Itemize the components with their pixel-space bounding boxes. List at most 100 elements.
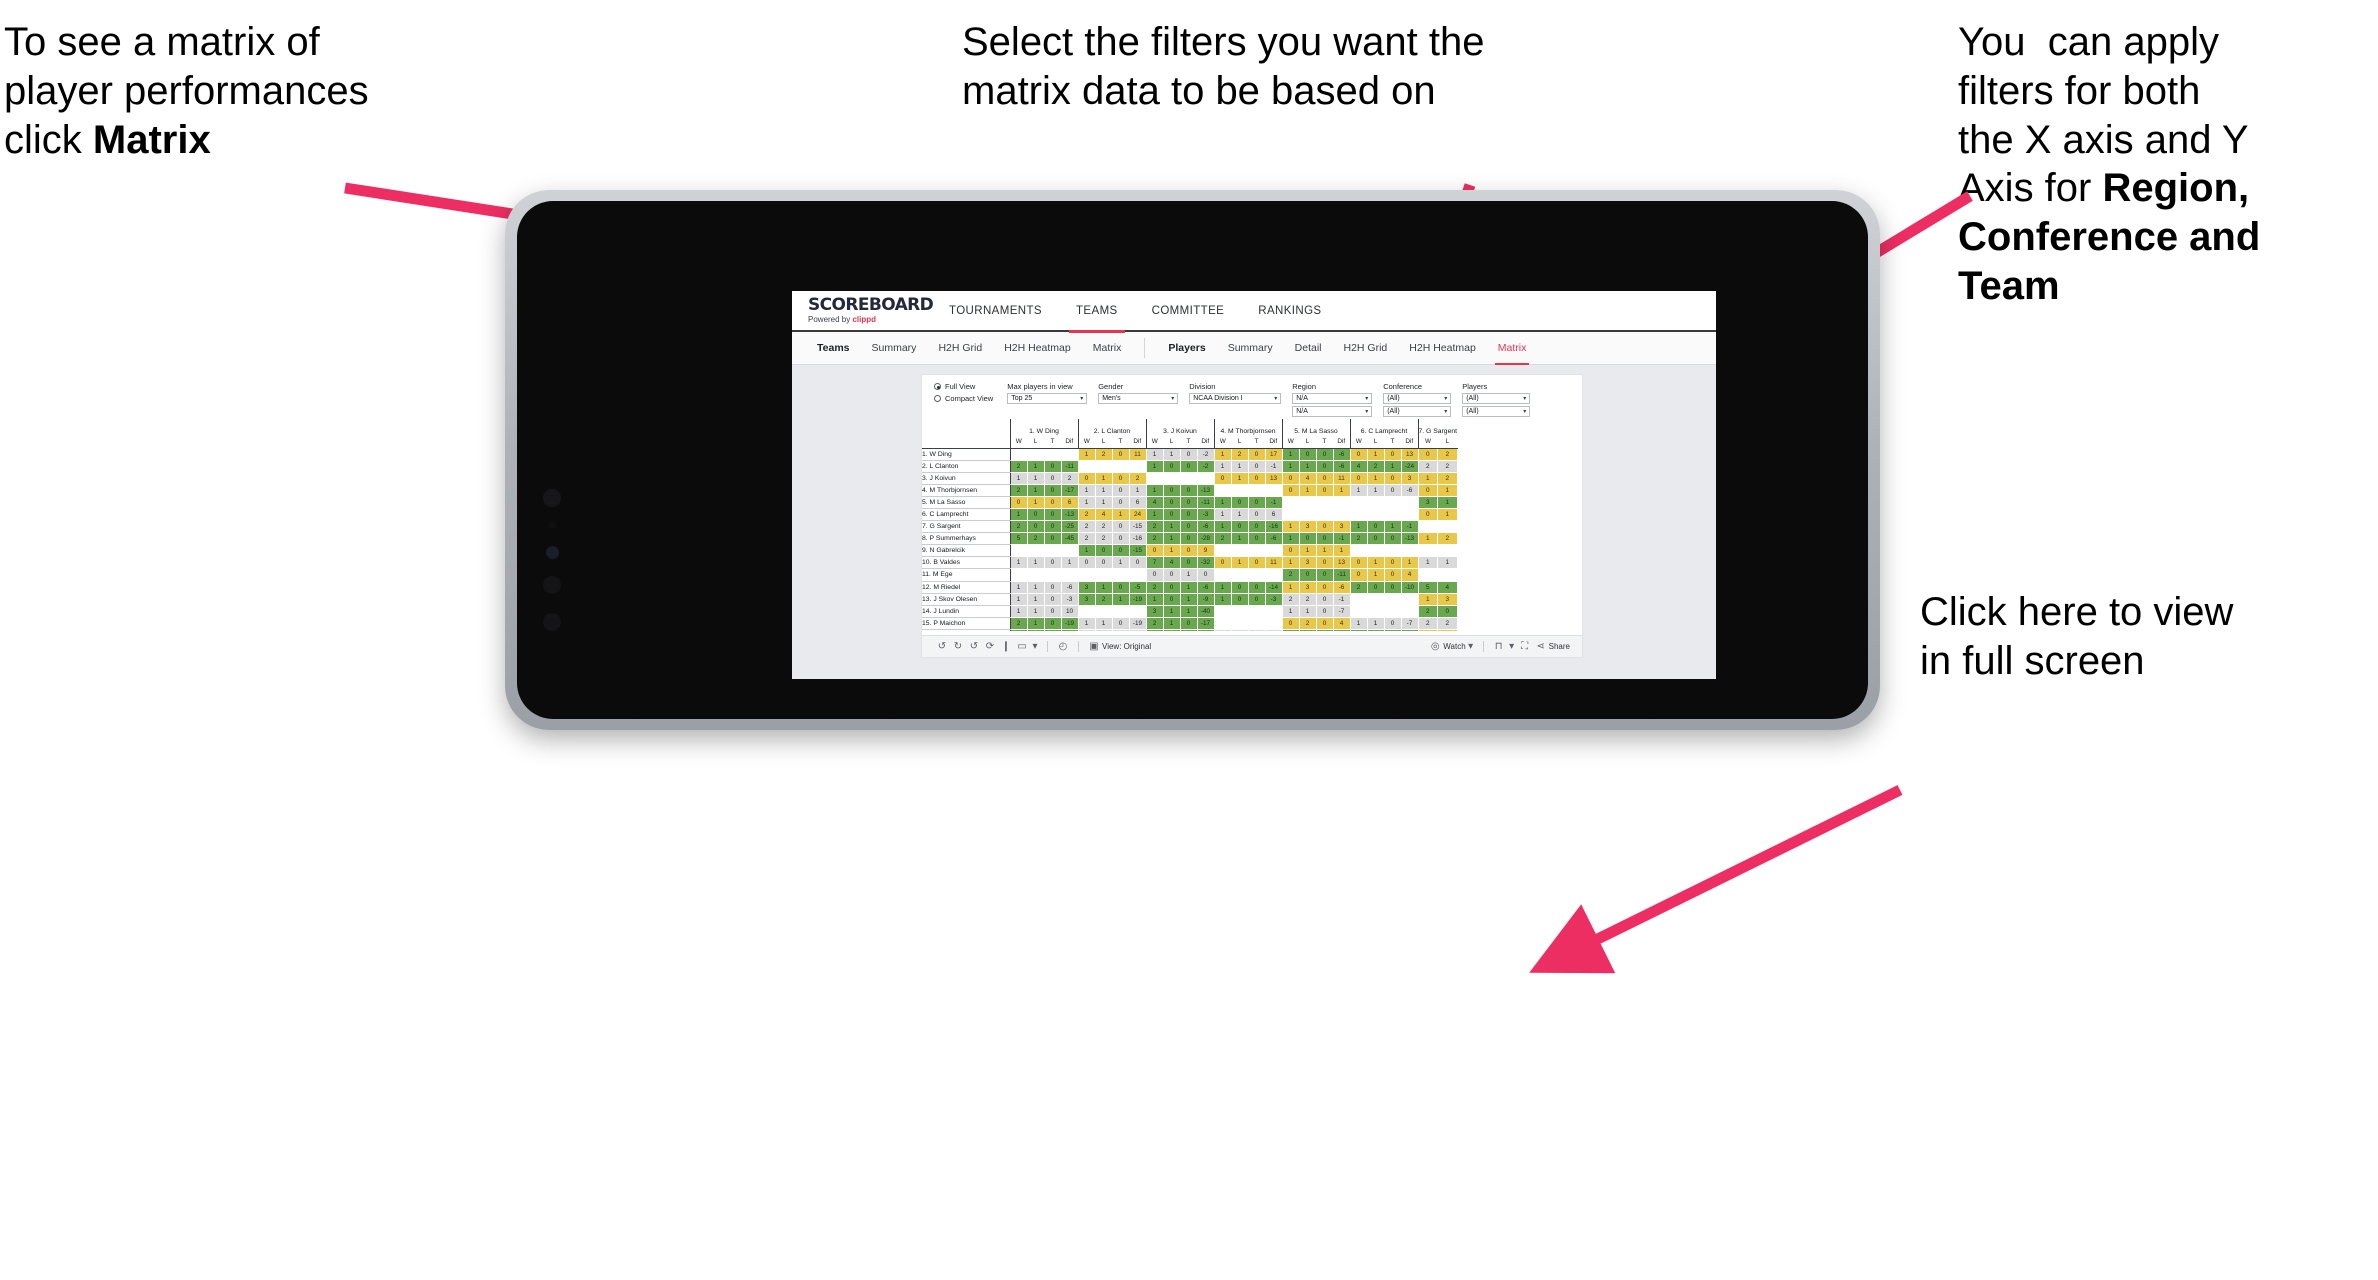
matrix-cell[interactable] <box>1129 460 1147 473</box>
matrix-cell[interactable] <box>1417 568 1439 582</box>
matrix-cell[interactable]: 0 <box>1384 617 1402 630</box>
matrix-cell[interactable]: 3 <box>1299 581 1317 594</box>
matrix-cell[interactable]: -4 <box>1197 629 1215 631</box>
matrix-cell[interactable]: 1 <box>1027 605 1045 618</box>
matrix-cell[interactable]: 2 <box>1009 617 1028 630</box>
matrix-cell[interactable]: 1 <box>1095 472 1113 485</box>
matrix-cell[interactable]: 0 <box>1044 556 1062 570</box>
matrix-cell[interactable]: 0 <box>1248 496 1266 509</box>
matrix-cell[interactable]: 0 <box>1180 532 1198 546</box>
matrix-cell[interactable]: 2 <box>1077 629 1096 631</box>
matrix-cell[interactable]: 1 <box>1281 448 1300 461</box>
matrix-cell[interactable]: 1 <box>1145 460 1164 473</box>
matrix-cell[interactable]: -6 <box>1333 448 1351 461</box>
matrix-cell[interactable]: 1 <box>1213 581 1232 594</box>
matrix-cell[interactable]: 0 <box>1299 629 1317 631</box>
matrix-cell[interactable]: 0 <box>1180 629 1198 631</box>
matrix-cell[interactable] <box>1061 544 1079 558</box>
matrix-cell[interactable]: 1 <box>1384 520 1402 534</box>
matrix-cell[interactable]: 1 <box>1027 629 1045 631</box>
matrix-cell[interactable]: -6 <box>1333 460 1351 473</box>
matrix-cell[interactable]: 1 <box>1009 581 1028 594</box>
matrix-cell[interactable]: -19 <box>1129 617 1147 630</box>
matrix-cell[interactable]: 3 <box>1213 629 1232 631</box>
matrix-cell[interactable]: 11 <box>1265 556 1283 570</box>
matrix-cell[interactable] <box>1231 617 1249 630</box>
matrix-cell[interactable]: 1 <box>1009 508 1028 522</box>
matrix-scroll-area[interactable]: 1. W Ding 2. L Clanton 3. J Koivun 4. M Tho… <box>922 419 1582 631</box>
matrix-cell[interactable]: 1 <box>1095 496 1113 509</box>
matrix-cell[interactable]: -15 <box>1129 520 1147 534</box>
matrix-cell[interactable]: 3 <box>1009 629 1028 631</box>
matrix-cell[interactable]: 0 <box>1180 617 1198 630</box>
matrix-cell[interactable] <box>1316 508 1334 522</box>
matrix-cell[interactable]: 1 <box>1231 460 1249 473</box>
radio-full-view[interactable]: Full View <box>934 382 993 391</box>
matrix-cell[interactable]: 0 <box>1044 617 1062 630</box>
matrix-cell[interactable]: 0 <box>1248 472 1266 485</box>
matrix-cell[interactable]: -13 <box>1197 484 1215 497</box>
matrix-cell[interactable]: -17 <box>1197 617 1215 630</box>
matrix-cell[interactable]: -6 <box>1197 520 1215 534</box>
share-label[interactable]: Share <box>1549 642 1570 651</box>
matrix-row[interactable]: 5. M La Sasso 0 1 0 6 1 1 0 6 4 0 0 -11 1 0 0 -1 3 1 <box>922 496 1458 509</box>
matrix-row[interactable]: 15. P Maichon 2 1 0 -19 1 1 0 -19 2 1 0 -17 0 2 0 4 1 1 0 -7… <box>922 617 1458 630</box>
matrix-cell[interactable]: 1 <box>1231 532 1249 546</box>
matrix-cell[interactable]: 1 <box>1077 484 1096 497</box>
matrix-cell[interactable] <box>1299 508 1317 522</box>
matrix-cell[interactable]: 1 <box>1077 617 1096 630</box>
matrix-cell[interactable]: -40 <box>1197 605 1215 618</box>
matrix-cell[interactable]: -2 <box>1197 460 1215 473</box>
matrix-cell[interactable]: 0 <box>1044 605 1062 618</box>
matrix-cell[interactable]: -3 <box>1061 593 1079 606</box>
subtab-players-detail[interactable]: Detail <box>1284 332 1333 365</box>
matrix-cell[interactable] <box>1061 568 1079 582</box>
matrix-cell[interactable] <box>1248 617 1266 630</box>
subtab-players-summary[interactable]: Summary <box>1217 332 1284 365</box>
matrix-cell[interactable]: 1 <box>1163 605 1181 618</box>
matrix-cell[interactable]: 0 <box>1180 520 1198 534</box>
matrix-cell[interactable]: 0 <box>1248 581 1266 594</box>
subtab-players[interactable]: Players <box>1157 332 1216 365</box>
matrix-cell[interactable]: 0 <box>1367 520 1385 534</box>
matrix-cell[interactable]: 0 <box>1112 448 1130 461</box>
matrix-cell[interactable]: 1 <box>1009 472 1028 485</box>
matrix-row[interactable]: 8. P Summerhays 5 2 0 -45 2 2 0 -16 2 1 0 -28 2 1 0 -6 1 0… <box>922 532 1458 546</box>
matrix-cell[interactable]: 1 <box>1401 556 1419 570</box>
matrix-cell[interactable]: 1 <box>1180 605 1198 618</box>
matrix-cell[interactable]: 1 <box>1299 460 1317 473</box>
matrix-cell[interactable]: 2 <box>1095 448 1113 461</box>
matrix-cell[interactable] <box>1299 496 1317 509</box>
matrix-cell[interactable]: 9 <box>1197 544 1215 558</box>
matrix-cell[interactable]: 5 <box>1009 532 1028 546</box>
matrix-cell[interactable]: 2 <box>1145 520 1164 534</box>
fullscreen-icon[interactable]: ⛶ <box>1517 636 1533 658</box>
matrix-cell[interactable]: 0 <box>1044 593 1062 606</box>
matrix-cell[interactable] <box>1384 508 1402 522</box>
matrix-cell[interactable] <box>1437 520 1458 534</box>
matrix-cell[interactable]: 0 <box>1044 532 1062 546</box>
matrix-cell[interactable]: 3 <box>1077 581 1096 594</box>
matrix-cell[interactable] <box>1349 508 1368 522</box>
matrix-cell[interactable]: 0 <box>1316 617 1334 630</box>
matrix-cell[interactable] <box>1213 484 1232 497</box>
matrix-cell[interactable] <box>1213 605 1232 618</box>
matrix-cell[interactable] <box>1044 448 1062 461</box>
matrix-cell[interactable]: -16 <box>1265 520 1283 534</box>
redo-icon[interactable]: ↻ <box>950 636 966 658</box>
matrix-cell[interactable]: 0 <box>1044 472 1062 485</box>
matrix-cell[interactable] <box>1009 568 1028 582</box>
matrix-cell[interactable]: -1 <box>1333 593 1351 606</box>
matrix-cell[interactable] <box>1248 605 1266 618</box>
matrix-cell[interactable]: 0 <box>1163 508 1181 522</box>
matrix-cell[interactable] <box>1213 617 1232 630</box>
matrix-cell[interactable]: 1 <box>1180 581 1198 594</box>
chevron-down-icon[interactable]: ▾ <box>1507 636 1517 658</box>
matrix-cell[interactable] <box>1367 593 1385 606</box>
matrix-cell[interactable]: 0 <box>1316 460 1334 473</box>
matrix-row[interactable]: 4. M Thorbjornsen 2 1 0 -17 1 1 0 1 1 0 0 -13 0 1 0 1 1 1 0… <box>922 484 1458 497</box>
matrix-cell[interactable] <box>1163 472 1181 485</box>
matrix-cell[interactable] <box>1281 508 1300 522</box>
matrix-cell[interactable]: 0 <box>1163 460 1181 473</box>
matrix-cell[interactable]: 4 <box>1349 460 1368 473</box>
